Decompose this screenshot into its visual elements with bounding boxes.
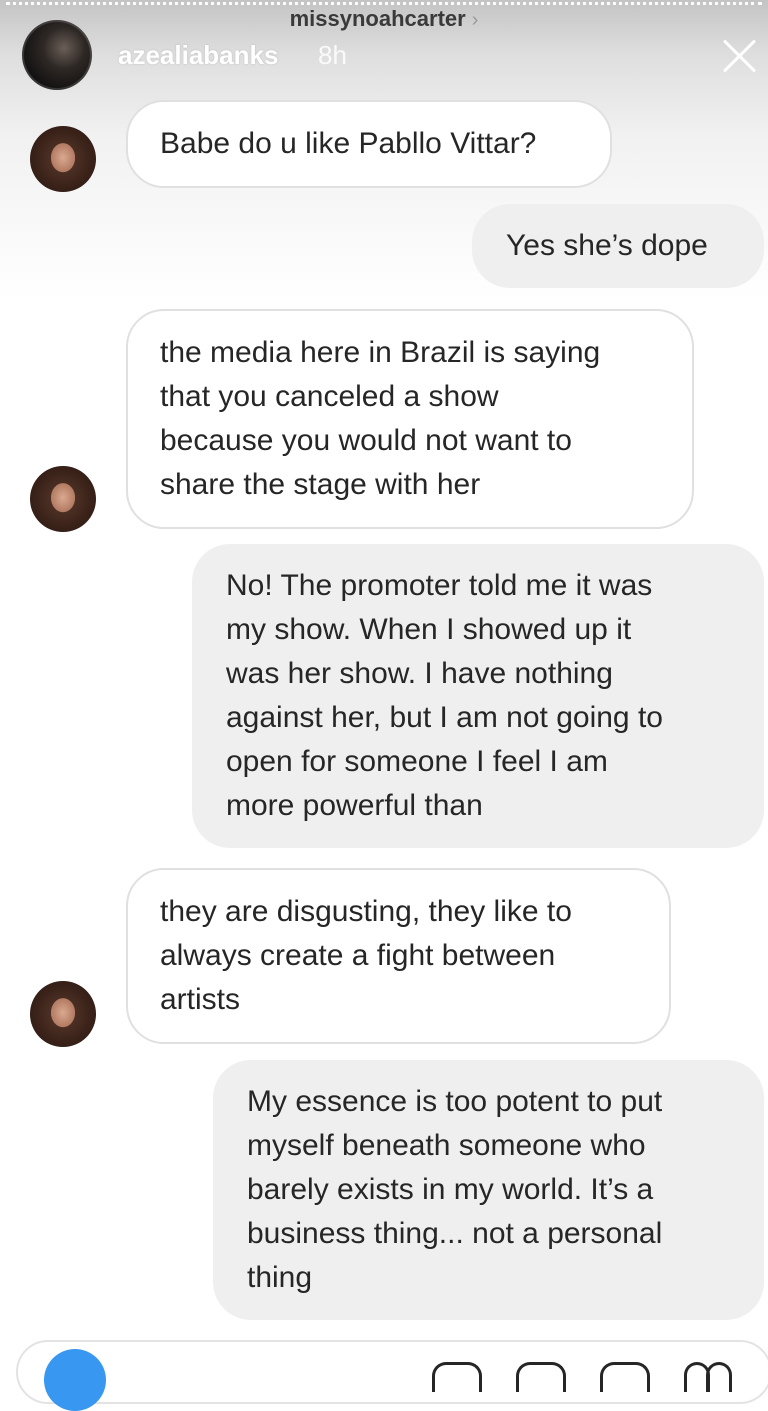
- incoming-message: they are disgusting, they like to always…: [126, 868, 671, 1044]
- sender-avatar[interactable]: [30, 466, 96, 532]
- incoming-message: Babe do u like Pabllo Vittar?: [126, 100, 612, 188]
- story-avatar[interactable]: [22, 20, 92, 90]
- chevron-right-icon: ›: [471, 9, 479, 31]
- reply-to-username[interactable]: missynoahcarter: [290, 6, 466, 31]
- outgoing-message: Yes she’s dope: [472, 204, 764, 288]
- story-username[interactable]: azealiabanks: [118, 40, 278, 71]
- sender-avatar[interactable]: [30, 126, 96, 192]
- gallery-icon[interactable]: [516, 1362, 566, 1392]
- story-timestamp: 8h: [318, 40, 347, 70]
- story-progress-bar: [6, 2, 762, 5]
- outgoing-message: No! The promoter told me it was my show.…: [192, 544, 764, 848]
- incoming-message: the media here in Brazil is saying that …: [126, 309, 694, 529]
- camera-icon[interactable]: [44, 1349, 106, 1411]
- heart-icon[interactable]: [684, 1362, 734, 1392]
- sticker-icon[interactable]: [600, 1362, 650, 1392]
- close-icon[interactable]: [716, 32, 764, 80]
- outgoing-message: My essence is too potent to put myself b…: [213, 1060, 764, 1320]
- reply-to-header[interactable]: missynoahcarter ›: [0, 6, 768, 32]
- sender-avatar[interactable]: [30, 981, 96, 1047]
- microphone-icon[interactable]: [432, 1362, 482, 1392]
- message-composer[interactable]: [16, 1340, 768, 1404]
